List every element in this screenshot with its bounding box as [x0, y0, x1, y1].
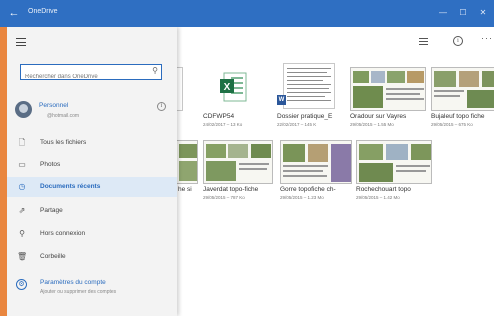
close-button[interactable]: ✕: [475, 6, 491, 20]
file-tile[interactable]: Gorre topofiche ch- 29/05/2015 – 1.23 Mo: [280, 140, 352, 200]
view-list-icon[interactable]: [419, 38, 428, 45]
nav-item-label: Documents récents: [40, 183, 101, 190]
maximize-button[interactable]: ☐: [455, 6, 471, 20]
back-arrow-icon[interactable]: ←: [6, 6, 22, 20]
file-name: Oradour sur Vayres: [350, 113, 407, 120]
settings-sublabel: Ajouter ou supprimer des comptes: [40, 289, 117, 295]
file-name: Bujaleuf topo fiche: [431, 113, 485, 120]
share-icon: ⇗: [18, 206, 26, 215]
photo-thumbnail: [431, 67, 494, 111]
photo-icon: ▭: [18, 160, 26, 169]
file-meta: 29/05/2015 – 1.23 Mo: [280, 195, 324, 200]
file-name: CDFWP54: [203, 113, 235, 120]
nav-item-label: Corbeille: [40, 253, 66, 260]
document-icon: 🗋: [18, 138, 26, 147]
account-name[interactable]: Personnel: [39, 102, 68, 109]
nav-item-offline[interactable]: ⚲ Hors connexion: [7, 224, 177, 244]
file-tile[interactable]: W Dossier pratique_E 22/02/2017 – 145 K: [277, 63, 347, 132]
nav-item-label: Photos: [40, 161, 61, 168]
file-tile[interactable]: Rochechouart topo 29/05/2015 – 1.42 Mo: [356, 140, 432, 200]
app-window: i ··· X CDFWP54 24/02/2017 – 13 Ko W Dos…: [7, 27, 494, 316]
clock-icon: ◷: [18, 182, 26, 191]
nav-item-label: Hors connexion: [40, 230, 86, 237]
hamburger-menu-icon[interactable]: [16, 38, 26, 46]
app-title: OneDrive: [28, 8, 58, 15]
file-meta: 29/05/2015 – 1.42 Mo: [356, 195, 400, 200]
account-email: @hotmail.com: [47, 113, 80, 119]
photo-thumbnail: [203, 140, 273, 184]
file-tile[interactable]: Oradour sur Vayres 29/05/2015 – 1.55 Mo: [350, 67, 426, 132]
file-meta: 29/05/2015 – 787 Ko: [203, 195, 245, 200]
file-name: Javerdat topo-fiche: [203, 186, 259, 193]
title-bar: ← OneDrive — ☐ ✕: [0, 0, 494, 27]
file-meta: 22/02/2017 – 145 K: [277, 122, 317, 127]
file-tile[interactable]: Bujaleuf topo fiche 29/05/2015 – 675 Ko: [431, 67, 494, 132]
word-file-icon: W: [277, 95, 286, 105]
photo-thumbnail: [280, 140, 352, 184]
nav-item-photos[interactable]: ▭ Photos: [7, 155, 177, 175]
word-doc-thumbnail: [283, 63, 335, 109]
nav-item-label: Partage: [40, 207, 63, 214]
nav-item-all-files[interactable]: 🗋 Tous les fichiers: [7, 133, 177, 153]
file-name: Rochechouart topo: [356, 186, 411, 193]
offline-pin-icon: ⚲: [19, 229, 25, 238]
svg-text:X: X: [224, 82, 231, 93]
trash-icon: 🗑: [17, 252, 28, 261]
gear-icon: ⚙: [16, 279, 27, 290]
nav-item-recycle-bin[interactable]: 🗑 Corbeille: [7, 247, 177, 267]
navigation-pane: ⚲ Personnel @hotmail.com i 🗋 Tous les fi…: [7, 27, 177, 316]
file-meta: 24/02/2017 – 13 Ko: [203, 122, 243, 127]
nav-item-shared[interactable]: ⇗ Partage: [7, 201, 177, 221]
avatar[interactable]: [15, 101, 32, 118]
account-info-icon[interactable]: i: [157, 102, 166, 111]
file-name: Dossier pratique_E: [277, 113, 333, 120]
search-input[interactable]: [21, 70, 139, 84]
file-name: Gorre topofiche ch-: [280, 186, 336, 193]
excel-file-icon: X: [220, 72, 247, 102]
photo-thumbnail: [350, 67, 426, 111]
nav-item-label: Tous les fichiers: [40, 139, 87, 146]
nav-item-recent-documents[interactable]: ◷ Documents récents: [7, 177, 177, 197]
photo-thumbnail: [356, 140, 432, 184]
file-meta: 29/05/2015 – 1.55 Mo: [350, 122, 394, 127]
file-meta: 29/05/2015 – 675 Ko: [431, 122, 473, 127]
info-icon[interactable]: i: [453, 36, 463, 46]
settings-label: Paramètres du compte: [40, 279, 106, 286]
file-name: he si: [178, 186, 192, 193]
minimize-button[interactable]: —: [435, 6, 451, 20]
search-box[interactable]: ⚲: [20, 64, 162, 84]
search-icon[interactable]: ⚲: [152, 66, 158, 75]
file-tile[interactable]: X CDFWP54 24/02/2017 – 13 Ko: [203, 67, 271, 132]
account-settings[interactable]: ⚙ Paramètres du compte Ajouter ou suppri…: [7, 275, 177, 305]
file-tile[interactable]: Javerdat topo-fiche 29/05/2015 – 787 Ko: [203, 140, 273, 200]
more-options-icon[interactable]: ···: [481, 33, 493, 43]
